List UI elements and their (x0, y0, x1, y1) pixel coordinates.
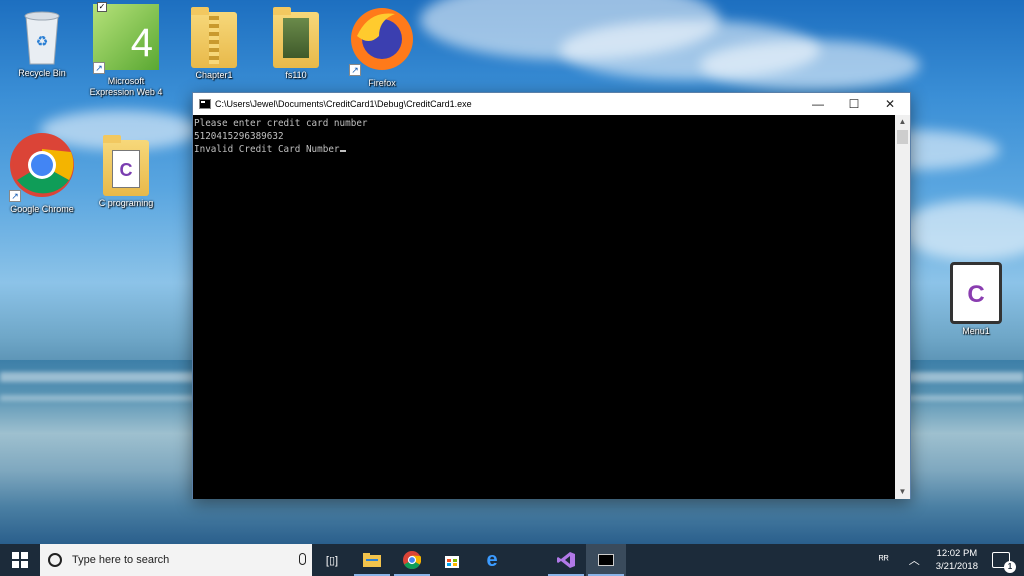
console-line: Please enter credit card number (194, 118, 368, 129)
google-chrome-label: Google Chrome (10, 204, 74, 214)
clock[interactable]: 12:02 PM 3/21/2018 (936, 547, 978, 573)
recycle-bin-label: Recycle Bin (18, 68, 66, 78)
console-output[interactable]: Please enter credit card number 512041529… (193, 115, 896, 499)
taskbar-search-box[interactable]: Type here to search (40, 544, 312, 576)
file-explorer-icon (363, 553, 381, 567)
firefox-icon[interactable]: ↗ Firefox (342, 6, 422, 89)
window-titlebar[interactable]: C:\Users\Jewel\Documents\CreditCard1\Deb… (193, 93, 910, 115)
firefox-label: Firefox (368, 78, 396, 88)
taskbar: Type here to search [▯] e ᴿᴿ ︿ 12:02 PM … (0, 544, 1024, 576)
expression-web-icon[interactable]: 4 ↗ ✓ Microsoft Expression Web 4 (86, 2, 166, 98)
close-button[interactable]: ✕ (872, 93, 908, 115)
console-taskbar-button[interactable] (586, 544, 626, 576)
menu1-file-icon[interactable]: C Menu1 (936, 262, 1016, 337)
vertical-scrollbar[interactable]: ▲ ▼ (895, 115, 910, 499)
clock-date: 3/21/2018 (935, 561, 978, 572)
console-line: Invalid Credit Card Number (194, 144, 340, 155)
chrome-taskbar-button[interactable] (392, 544, 432, 576)
shortcut-arrow-icon: ↗ (93, 62, 105, 74)
file-explorer-taskbar-button[interactable] (352, 544, 392, 576)
scroll-up-arrow-icon[interactable]: ▲ (895, 115, 910, 129)
console-app-icon (199, 99, 211, 109)
scroll-down-arrow-icon[interactable]: ▼ (895, 485, 910, 499)
action-center-icon[interactable]: 1 (992, 552, 1016, 573)
start-button[interactable] (0, 544, 40, 576)
task-view-icon: [▯] (325, 554, 339, 567)
console-line: 5120415296389632 (194, 131, 284, 142)
task-view-button[interactable]: [▯] (312, 544, 352, 576)
fs110-folder-icon[interactable]: fs110 (256, 7, 336, 81)
minimize-button[interactable]: — (800, 93, 836, 115)
recycle-bin-icon[interactable]: ♻ Recycle Bin (2, 6, 82, 79)
maximize-button[interactable]: ☐ (836, 93, 872, 115)
c-programing-label: C programing (98, 198, 154, 208)
text-cursor (339, 150, 346, 152)
people-icon[interactable]: ᴿᴿ (879, 554, 889, 566)
taskbar-spacer (512, 544, 546, 576)
edge-icon: e (486, 548, 498, 571)
clock-time: 12:02 PM (936, 548, 978, 559)
search-placeholder: Type here to search (72, 554, 170, 566)
menu1-label: Menu1 (962, 326, 990, 336)
notification-count-badge: 1 (1004, 561, 1016, 573)
c-programing-folder-icon[interactable]: C C programing (86, 135, 166, 209)
chapter1-folder-icon[interactable]: Chapter1 (174, 7, 254, 81)
chrome-icon (403, 551, 421, 569)
store-icon (445, 556, 459, 568)
google-chrome-icon[interactable]: ↗ Google Chrome (2, 132, 82, 215)
edge-taskbar-button[interactable]: e (472, 544, 512, 576)
visual-studio-taskbar-button[interactable] (546, 544, 586, 576)
scrollbar-thumb[interactable] (897, 130, 908, 144)
console-line-with-cursor: Invalid Credit Card Number (194, 143, 896, 156)
console-window[interactable]: C:\Users\Jewel\Documents\CreditCard1\Deb… (192, 92, 911, 499)
show-hidden-icons-chevron-icon[interactable]: ︿ (909, 552, 920, 568)
windows-logo-icon (12, 552, 28, 568)
console-icon (598, 554, 614, 566)
chapter1-label: Chapter1 (195, 70, 233, 80)
fs110-label: fs110 (285, 70, 307, 80)
expression-web-label: Microsoft Expression Web 4 (89, 76, 163, 97)
visual-studio-icon (557, 552, 575, 568)
microphone-icon[interactable] (299, 553, 306, 565)
cortana-icon (48, 553, 62, 567)
store-taskbar-button[interactable] (432, 544, 472, 576)
window-title: C:\Users\Jewel\Documents\CreditCard1\Deb… (215, 99, 472, 109)
shortcut-arrow-icon: ↗ (9, 190, 21, 202)
system-tray: ᴿᴿ ︿ 12:02 PM 3/21/2018 1 (869, 544, 1024, 576)
shortcut-arrow-icon: ↗ (349, 64, 361, 76)
svg-text:♻: ♻ (36, 33, 49, 49)
